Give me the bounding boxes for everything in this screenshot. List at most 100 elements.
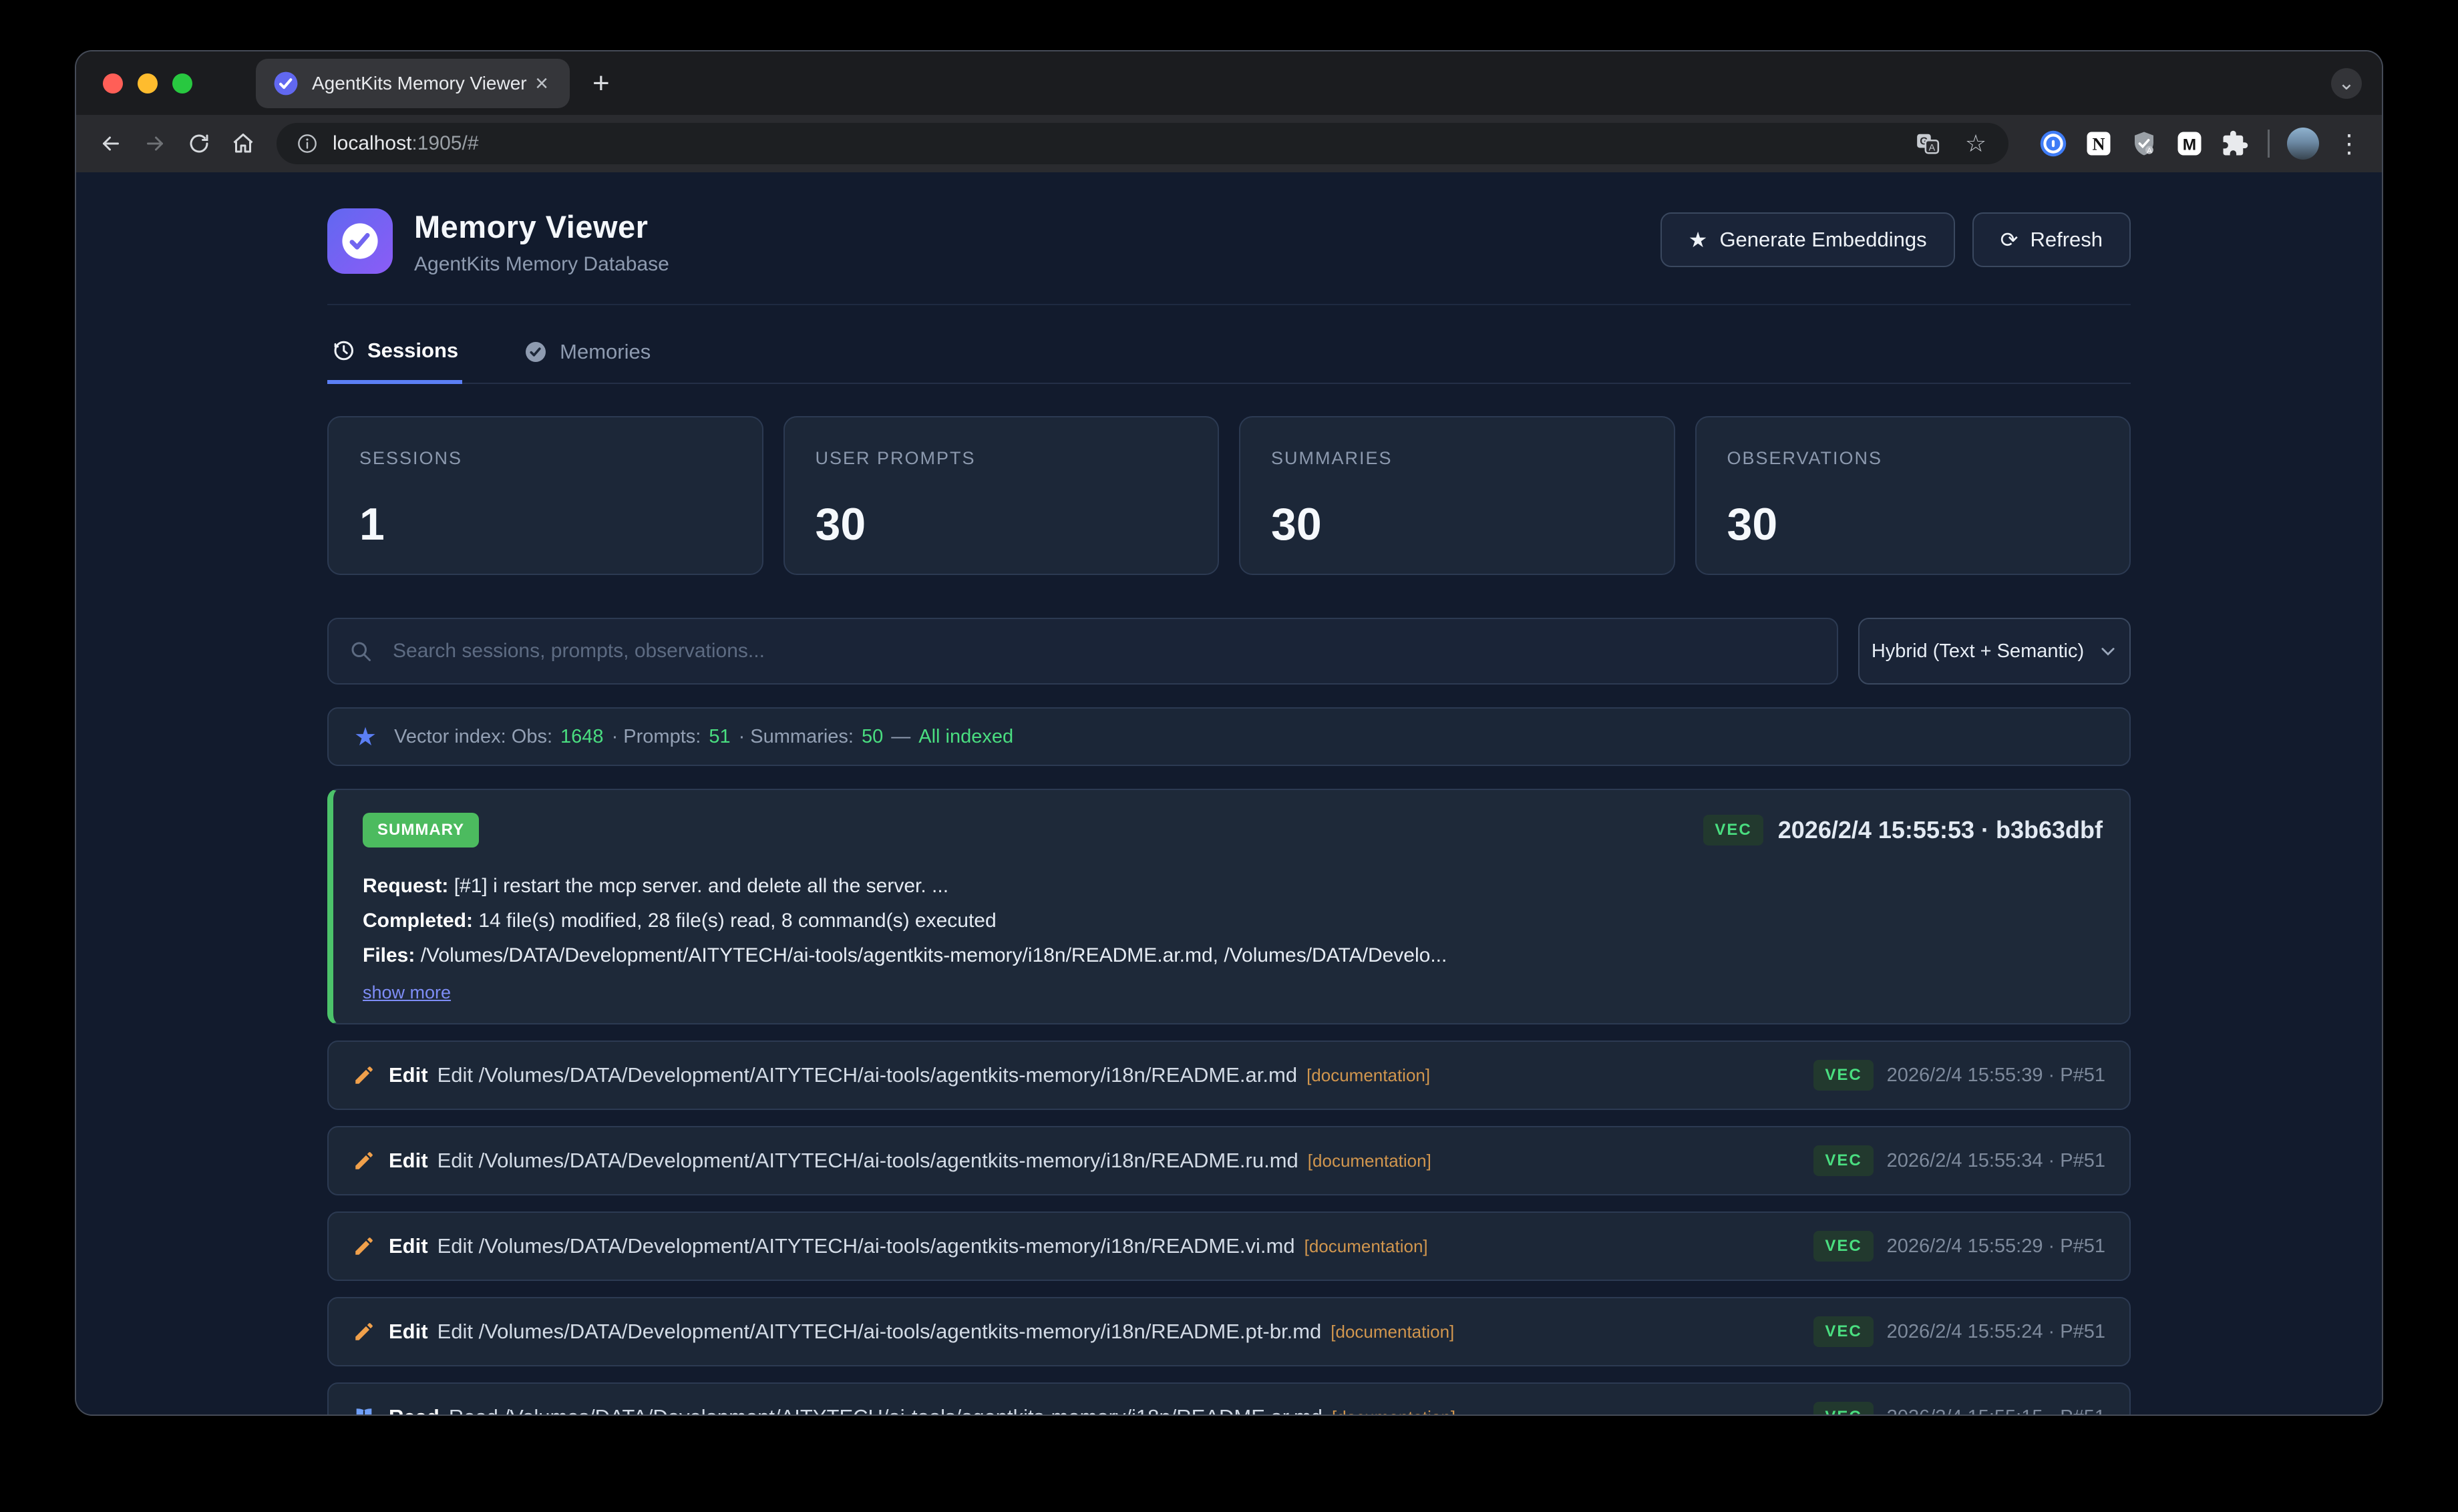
bookmark-star-icon[interactable]: ☆ (1963, 131, 1988, 156)
observation-meta: 2026/2/4 15:55:24 · P#51 (1887, 1321, 2105, 1343)
forward-icon[interactable] (140, 129, 170, 158)
book-icon (353, 1406, 375, 1414)
generate-embeddings-button[interactable]: ★ Generate Embeddings (1660, 212, 1955, 267)
summary-files-line: Files: /Volumes/DATA/Development/AITYTEC… (363, 938, 2103, 973)
refresh-button[interactable]: ⟳ Refresh (1972, 212, 2131, 267)
observation-row[interactable]: Edit Edit /Volumes/DATA/Development/AITY… (327, 1041, 2131, 1110)
summary-request-line: Request: [#1] i restart the mcp server. … (363, 869, 2103, 904)
observation-action: Edit (389, 1063, 428, 1087)
observation-row[interactable]: Edit Edit /Volumes/DATA/Development/AITY… (327, 1211, 2131, 1281)
tab-search-chevron-icon[interactable]: ⌄ (2331, 68, 2362, 99)
browser-tab-bar: AgentKits Memory Viewer × + ⌄ (76, 51, 2382, 115)
refresh-icon: ⟳ (2000, 227, 2018, 252)
stat-card-sessions: SESSIONS 1 (327, 416, 763, 575)
observation-detail: Edit /Volumes/DATA/Development/AITYTECH/… (437, 1234, 1295, 1258)
observation-tag: [documentation] (1331, 1322, 1454, 1342)
page-subtitle: AgentKits Memory Database (414, 253, 669, 276)
vector-index-status: ★ Vector index: Obs: 1648 · Prompts: 51 … (327, 707, 2131, 766)
m-extension-icon[interactable]: M (2175, 130, 2204, 158)
vector-index-label: Vector index: Obs: (394, 726, 552, 748)
browser-window: AgentKits Memory Viewer × + ⌄ localhost:… (75, 50, 2383, 1416)
site-info-icon[interactable] (297, 133, 318, 154)
zoom-window-button[interactable] (172, 73, 192, 93)
vec-badge: VEC (1813, 1145, 1873, 1176)
view-tabs: Sessions Memories (327, 325, 2131, 384)
observation-tag: [documentation] (1306, 1065, 1430, 1086)
observation-row[interactable]: Edit Edit /Volumes/DATA/Development/AITY… (327, 1126, 2131, 1195)
translate-icon[interactable]: GA (1915, 131, 1940, 156)
completed-text: 14 file(s) modified, 28 file(s) read, 8 … (473, 910, 997, 932)
stat-value: 1 (359, 498, 731, 550)
stat-cards: SESSIONS 1 USER PROMPTS 30 SUMMARIES 30 … (327, 416, 2131, 575)
observation-action: Edit (389, 1320, 428, 1344)
profile-avatar[interactable] (2287, 128, 2319, 160)
stat-value: 30 (816, 498, 1188, 550)
observation-row[interactable]: Edit Edit /Volumes/DATA/Development/AITY… (327, 1297, 2131, 1366)
chevron-down-icon (2099, 642, 2117, 660)
summary-badge: SUMMARY (363, 813, 479, 847)
reload-icon[interactable] (184, 129, 214, 158)
observation-meta: 2026/2/4 15:55:29 · P#51 (1887, 1236, 2105, 1258)
observation-detail: Read /Volumes/DATA/Development/AITYTECH/… (449, 1405, 1323, 1414)
minimize-window-button[interactable] (138, 73, 158, 93)
close-window-button[interactable] (103, 73, 123, 93)
stat-label: USER PROMPTS (816, 448, 1188, 469)
tab-memories[interactable]: Memories (520, 325, 655, 383)
vec-badge: VEC (1813, 1316, 1873, 1347)
app-header: Memory Viewer AgentKits Memory Database … (327, 208, 2131, 276)
observation-detail: Edit /Volumes/DATA/Development/AITYTECH/… (437, 1063, 1298, 1087)
tab-sessions-label: Sessions (367, 339, 458, 363)
search-field-wrap (327, 618, 1838, 685)
stat-card-observations: OBSERVATIONS 30 (1695, 416, 2131, 575)
search-mode-value: Hybrid (Text + Semantic) (1872, 640, 2084, 663)
vector-prompts-label: · Prompts: (612, 726, 701, 748)
vector-summaries-count: 50 (862, 726, 883, 748)
header-divider (327, 304, 2131, 305)
observation-action: Read (389, 1405, 440, 1414)
observation-meta: 2026/2/4 15:55:34 · P#51 (1887, 1150, 2105, 1172)
notion-extension-icon[interactable]: N (2085, 130, 2113, 158)
observation-detail: Edit /Volumes/DATA/Development/AITYTECH/… (437, 1320, 1322, 1344)
svg-text:A: A (1929, 142, 1936, 153)
pencil-icon (353, 1064, 375, 1087)
search-mode-select[interactable]: Hybrid (Text + Semantic) (1858, 618, 2131, 685)
summary-timestamp: 2026/2/4 15:55:53 · b3b63dbf (1778, 816, 2103, 844)
stat-label: OBSERVATIONS (1727, 448, 2099, 469)
home-icon[interactable] (228, 129, 258, 158)
show-more-link[interactable]: show more (363, 982, 451, 1003)
browser-menu-icon[interactable]: ⋮ (2336, 129, 2362, 159)
vector-prompts-count: 51 (709, 726, 730, 748)
window-controls (76, 73, 192, 93)
generate-embeddings-label: Generate Embeddings (1719, 228, 1926, 252)
summary-card: SUMMARY VEC 2026/2/4 15:55:53 · b3b63dbf… (327, 789, 2131, 1024)
search-input[interactable] (327, 618, 1838, 685)
address-bar[interactable]: localhost:1905/# GA ☆ (277, 123, 2008, 164)
back-icon[interactable] (96, 129, 126, 158)
svg-text:A: A (2147, 147, 2152, 155)
observation-row-clipped[interactable]: Read Read /Volumes/DATA/Development/AITY… (327, 1382, 2131, 1414)
vec-badge: VEC (1813, 1231, 1873, 1262)
observation-action: Edit (389, 1234, 428, 1258)
summary-completed-line: Completed: 14 file(s) modified, 28 file(… (363, 904, 2103, 938)
observation-detail: Edit /Volumes/DATA/Development/AITYTECH/… (437, 1149, 1298, 1173)
vec-badge: VEC (1813, 1060, 1873, 1091)
observation-meta: 2026/2/4 15:55:15 · P#51 (1887, 1406, 2105, 1415)
browser-tab[interactable]: AgentKits Memory Viewer × (256, 59, 570, 108)
tab-close-icon[interactable]: × (531, 72, 552, 95)
extensions-puzzle-icon[interactable] (2221, 130, 2249, 158)
files-label: Files: (363, 944, 415, 966)
tab-sessions[interactable]: Sessions (327, 325, 462, 384)
completed-label: Completed: (363, 910, 473, 932)
stat-label: SUMMARIES (1271, 448, 1643, 469)
new-tab-button[interactable]: + (592, 69, 610, 98)
observation-tag: [documentation] (1308, 1151, 1431, 1171)
url-text: localhost:1905/# (333, 132, 479, 155)
observation-tag: [documentation] (1332, 1407, 1455, 1415)
shield-check-extension-icon[interactable]: A (2130, 130, 2158, 158)
svg-text:N: N (2093, 135, 2105, 154)
password-manager-extension-icon[interactable] (2039, 130, 2067, 158)
stat-label: SESSIONS (359, 448, 731, 469)
page: Memory Viewer AgentKits Memory Database … (76, 172, 2382, 1414)
stat-value: 30 (1271, 498, 1643, 550)
observation-tag: [documentation] (1304, 1236, 1428, 1257)
